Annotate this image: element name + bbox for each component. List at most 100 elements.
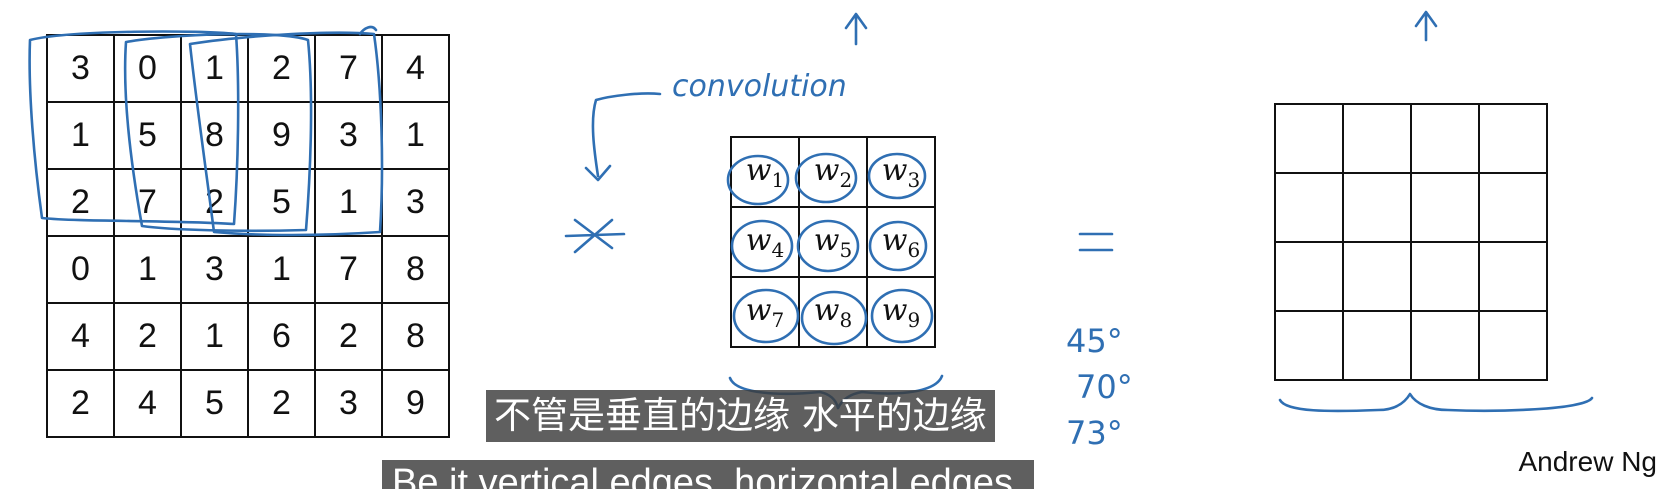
matrix-row: 2 4 5 2 3 9 <box>46 369 450 438</box>
matrix-cell: 8 <box>381 235 450 304</box>
matrix-row: 0 1 3 1 7 8 <box>46 235 450 304</box>
matrix-cell: 7 <box>314 235 383 304</box>
matrix-cell: 2 <box>113 302 182 371</box>
subtitle-english: Be it vertical edges, horizontal edges, <box>382 460 1034 489</box>
weight-index: 4 <box>771 237 785 262</box>
matrix-cell: 3 <box>314 369 383 438</box>
matrix-cell: 6 <box>247 302 316 371</box>
weight-symbol: w <box>813 222 840 258</box>
output-cell <box>1410 172 1480 243</box>
filter-cell: w5 <box>798 206 868 278</box>
output-cell <box>1410 241 1480 312</box>
weight-symbol: w <box>813 152 840 188</box>
weight-symbol: w <box>745 222 772 258</box>
filter-weights-matrix: w1 w2 w3 w4 w5 w6 w7 w8 w9 <box>730 136 936 348</box>
output-cell <box>1342 310 1412 381</box>
output-cell <box>1342 241 1412 312</box>
weight-index: 6 <box>907 237 921 262</box>
matrix-cell: 9 <box>381 369 450 438</box>
matrix-cell: 5 <box>247 168 316 237</box>
output-row <box>1274 241 1548 312</box>
matrix-row: 2 7 2 5 1 3 <box>46 168 450 237</box>
matrix-cell: 1 <box>314 168 383 237</box>
matrix-cell: 5 <box>180 369 249 438</box>
matrix-cell: 3 <box>46 34 115 103</box>
output-cell <box>1478 172 1548 243</box>
angle-annotation: 70° <box>1076 368 1133 406</box>
weight-index: 8 <box>839 307 853 332</box>
angle-annotation: 45° <box>1066 322 1123 360</box>
matrix-row: 3 0 1 2 7 4 <box>46 34 450 103</box>
matrix-cell: 1 <box>180 302 249 371</box>
output-feature-map <box>1274 103 1548 381</box>
brace-under-output <box>1278 392 1594 413</box>
filter-cell: w4 <box>730 206 800 278</box>
weight-symbol: w <box>813 292 840 328</box>
input-image-matrix: 3 0 1 2 7 4 1 5 8 9 3 1 2 7 2 5 1 3 0 1 … <box>46 34 450 438</box>
up-arrow-2 <box>1414 10 1438 42</box>
angle-annotation: 73° <box>1066 414 1123 452</box>
weight-symbol: w <box>881 292 908 328</box>
filter-cell: w9 <box>866 276 936 348</box>
matrix-cell: 1 <box>247 235 316 304</box>
convolution-arrow <box>584 92 662 182</box>
weight-symbol: w <box>745 292 772 328</box>
matrix-cell: 8 <box>180 101 249 170</box>
matrix-cell: 7 <box>113 168 182 237</box>
matrix-cell: 2 <box>247 369 316 438</box>
output-cell <box>1478 241 1548 312</box>
matrix-cell: 1 <box>381 101 450 170</box>
output-cell <box>1342 103 1412 174</box>
lecture-slide: 3 0 1 2 7 4 1 5 8 9 3 1 2 7 2 5 1 3 0 1 … <box>0 0 1675 489</box>
filter-row: w7 w8 w9 <box>730 276 936 348</box>
matrix-cell: 3 <box>381 168 450 237</box>
matrix-cell: 2 <box>46 168 115 237</box>
weight-symbol: w <box>745 152 772 188</box>
matrix-cell: 2 <box>314 302 383 371</box>
filter-row: w4 w5 w6 <box>730 206 936 278</box>
output-cell <box>1478 103 1548 174</box>
weight-index: 1 <box>771 167 785 192</box>
matrix-cell: 7 <box>314 34 383 103</box>
author-credit: Andrew Ng <box>1518 446 1657 477</box>
filter-row: w1 w2 w3 <box>730 136 936 208</box>
matrix-cell: 9 <box>247 101 316 170</box>
matrix-cell: 4 <box>46 302 115 371</box>
output-cell <box>1410 103 1480 174</box>
convolution-operator-glyph <box>564 218 626 254</box>
matrix-cell: 0 <box>46 235 115 304</box>
matrix-cell: 1 <box>113 235 182 304</box>
output-row <box>1274 172 1548 243</box>
up-arrow-1 <box>844 12 868 46</box>
matrix-row: 1 5 8 9 3 1 <box>46 101 450 170</box>
matrix-cell: 1 <box>180 34 249 103</box>
matrix-cell: 0 <box>113 34 182 103</box>
output-cell <box>1274 103 1344 174</box>
matrix-cell: 4 <box>113 369 182 438</box>
matrix-cell: 2 <box>247 34 316 103</box>
matrix-cell: 8 <box>381 302 450 371</box>
matrix-cell: 3 <box>180 235 249 304</box>
output-cell <box>1274 310 1344 381</box>
weight-index: 7 <box>771 307 785 332</box>
output-cell <box>1342 172 1412 243</box>
output-cell <box>1478 310 1548 381</box>
filter-cell: w2 <box>798 136 868 208</box>
output-row <box>1274 103 1548 174</box>
weight-symbol: w <box>881 152 908 188</box>
filter-cell: w8 <box>798 276 868 348</box>
filter-cell: w7 <box>730 276 800 348</box>
filter-cell: w6 <box>866 206 936 278</box>
matrix-row: 4 2 1 6 2 8 <box>46 302 450 371</box>
weight-symbol: w <box>881 222 908 258</box>
weight-index: 2 <box>839 167 853 192</box>
weight-index: 3 <box>907 167 921 192</box>
subtitle-chinese: 不管是垂直的边缘 水平的边缘 <box>486 390 995 442</box>
filter-cell: w3 <box>866 136 936 208</box>
convolution-label: convolution <box>672 69 847 104</box>
filter-cell: w1 <box>730 136 800 208</box>
matrix-cell: 5 <box>113 101 182 170</box>
weight-index: 9 <box>907 307 921 332</box>
equals-glyph <box>1078 232 1114 252</box>
output-cell <box>1274 241 1344 312</box>
